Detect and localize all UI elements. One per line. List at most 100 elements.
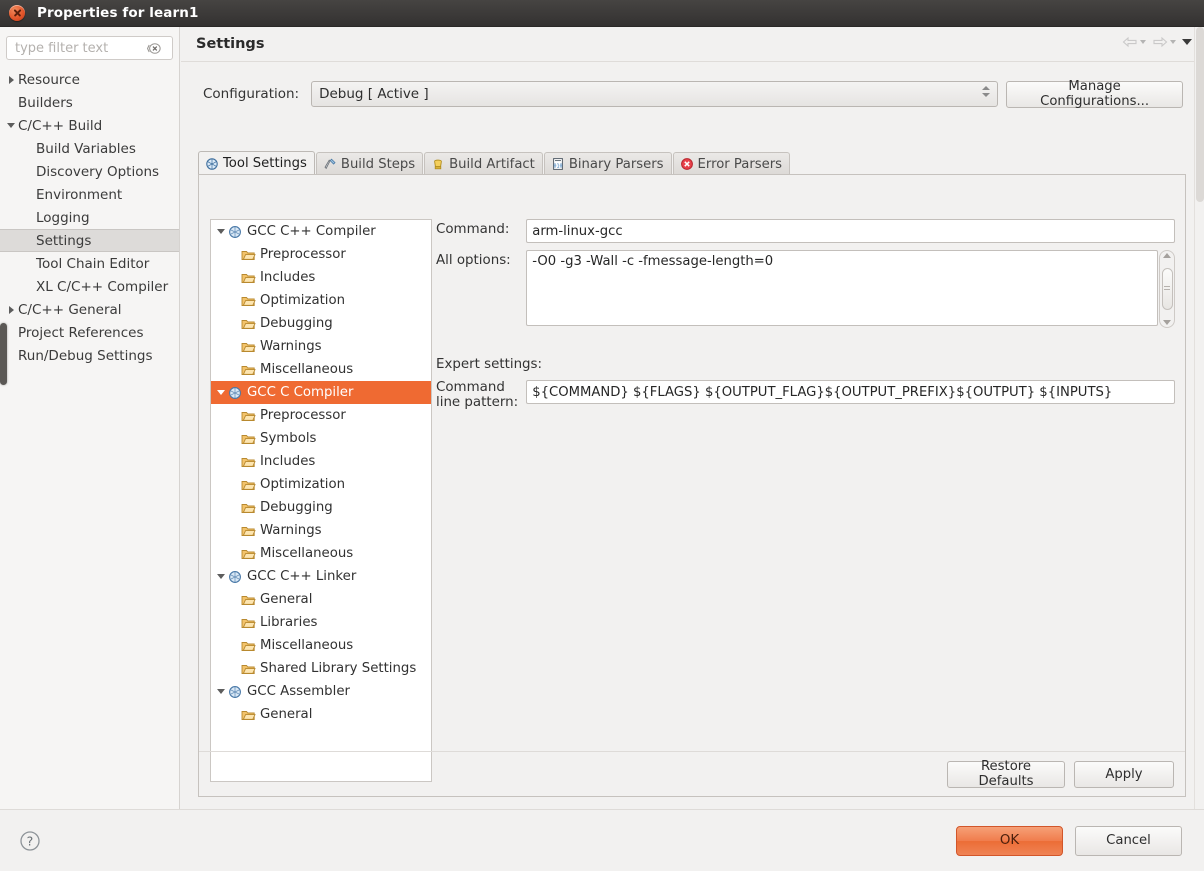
sidebar-item-tool-chain-editor[interactable]: Tool Chain Editor xyxy=(0,252,179,275)
sidebar-item-resource[interactable]: Resource xyxy=(0,68,179,91)
view-menu-icon[interactable] xyxy=(1182,39,1192,45)
scroll-down-icon[interactable] xyxy=(1163,320,1172,325)
tool-tree-item-miscellaneous[interactable]: Miscellaneous xyxy=(211,358,431,381)
tool-tree-item-optimization[interactable]: Optimization xyxy=(211,289,431,312)
tab-label: Build Steps xyxy=(340,156,416,172)
twisty-icon[interactable] xyxy=(213,390,228,395)
close-icon[interactable] xyxy=(9,5,25,21)
forward-arrow-icon[interactable] xyxy=(1152,36,1176,48)
command-line-pattern-input[interactable] xyxy=(526,380,1175,404)
tool-tree-item-label: Includes xyxy=(260,270,316,285)
tool-tree-item-includes[interactable]: Includes xyxy=(211,266,431,289)
tool-tree-item-gcc-c-linker[interactable]: GCC C++ Linker xyxy=(211,565,431,588)
scroll-up-icon[interactable] xyxy=(1163,253,1172,258)
help-icon[interactable]: ? xyxy=(19,830,41,852)
sidebar-item-label: Builders xyxy=(18,94,73,111)
tool-tree-item-general[interactable]: General xyxy=(211,588,431,611)
folder-icon xyxy=(241,710,256,720)
twisty-icon[interactable] xyxy=(213,574,228,579)
back-arrow-icon[interactable] xyxy=(1122,36,1146,48)
all-options-scrollbar[interactable] xyxy=(1159,250,1175,328)
tool-tree-item-miscellaneous[interactable]: Miscellaneous xyxy=(211,542,431,565)
sidebar-item-logging[interactable]: Logging xyxy=(0,206,179,229)
twisty-icon[interactable] xyxy=(213,689,228,694)
tab-tool-settings[interactable]: Tool Settings xyxy=(198,151,315,175)
filter-box[interactable] xyxy=(6,36,173,60)
twisty-icon[interactable] xyxy=(4,75,18,84)
tool-tree-item-general[interactable]: General xyxy=(211,703,431,726)
panel-footer: Restore Defaults Apply xyxy=(199,751,1185,796)
tab-label: Binary Parsers xyxy=(568,156,664,172)
tool-tree-item-label: GCC C Compiler xyxy=(247,385,354,400)
dialog-footer: ? OK Cancel xyxy=(0,809,1204,871)
configuration-spinner-icon[interactable] xyxy=(982,86,991,97)
tool-tree-item-debugging[interactable]: Debugging xyxy=(211,312,431,335)
tool-tree-item-warnings[interactable]: Warnings xyxy=(211,519,431,542)
sidebar-item-xl-c-c-compiler[interactable]: XL C/C++ Compiler xyxy=(0,275,179,298)
tool-tree-item-preprocessor[interactable]: Preprocessor xyxy=(211,404,431,427)
sidebar-item-label: Resource xyxy=(18,71,80,88)
tool-tree-item-label: Symbols xyxy=(260,431,317,446)
svg-text:010: 010 xyxy=(553,163,562,169)
configuration-select[interactable]: Debug [ Active ] xyxy=(311,81,999,107)
sidebar-item-discovery-options[interactable]: Discovery Options xyxy=(0,160,179,183)
tool-tree-item-label: GCC C++ Compiler xyxy=(247,224,376,239)
tab-error-parsers[interactable]: Error Parsers xyxy=(672,152,791,175)
command-label: Command: xyxy=(436,222,510,237)
tool-tree-item-gcc-assembler[interactable]: GCC Assembler xyxy=(211,680,431,703)
forward-dropdown-caret[interactable] xyxy=(1170,40,1176,44)
tool-tree-item-gcc-c-compiler[interactable]: GCC C++ Compiler xyxy=(211,220,431,243)
apply-button[interactable]: Apply xyxy=(1074,760,1174,788)
twisty-icon[interactable] xyxy=(4,123,18,128)
clear-text-icon[interactable] xyxy=(147,42,161,55)
sidebar-item-settings[interactable]: Settings xyxy=(0,229,179,252)
sidebar-item-builders[interactable]: Builders xyxy=(0,91,179,114)
tab-bar: Tool Settings Build Steps Build Artifact 01… xyxy=(198,151,1204,175)
sidebar-item-project-references[interactable]: Project References xyxy=(0,321,179,344)
dialog-scrollbar[interactable] xyxy=(1194,27,1204,809)
sidebar-item-build-variables[interactable]: Build Variables xyxy=(0,137,179,160)
sidebar-scrollbar-thumb[interactable] xyxy=(0,323,7,385)
tool-tree-item-debugging[interactable]: Debugging xyxy=(211,496,431,519)
cancel-button[interactable]: Cancel xyxy=(1075,825,1182,856)
tab-build-steps[interactable]: Build Steps xyxy=(315,152,424,175)
folder-icon xyxy=(241,503,256,513)
tool-icon xyxy=(229,386,241,399)
tool-tree-item-label: General xyxy=(260,592,313,607)
twisty-icon[interactable] xyxy=(213,229,228,234)
tool-tree-item-warnings[interactable]: Warnings xyxy=(211,335,431,358)
command-line-pattern-row: Command line pattern: xyxy=(436,380,1175,410)
build-artifact-icon xyxy=(434,159,442,170)
all-options-textarea[interactable]: -O0 -g3 -Wall -c -fmessage-length=0 xyxy=(526,250,1159,326)
search-input[interactable] xyxy=(13,39,145,57)
sidebar-item-label: Build Variables xyxy=(36,140,136,157)
sidebar-item-run-debug-settings[interactable]: Run/Debug Settings xyxy=(0,344,179,367)
sidebar-item-c-c-build[interactable]: C/C++ Build xyxy=(0,114,179,137)
tool-tree-item-includes[interactable]: Includes xyxy=(211,450,431,473)
sidebar-item-c-c-general[interactable]: C/C++ General xyxy=(0,298,179,321)
tool-tree-item-libraries[interactable]: Libraries xyxy=(211,611,431,634)
manage-configurations-button[interactable]: Manage Configurations... xyxy=(1006,79,1184,109)
tool-tree-item-miscellaneous[interactable]: Miscellaneous xyxy=(211,634,431,657)
restore-defaults-button[interactable]: Restore Defaults xyxy=(947,759,1065,789)
ok-button[interactable]: OK xyxy=(956,825,1063,856)
tab-binary-parsers[interactable]: 010 Binary Parsers xyxy=(543,152,672,175)
tool-tree-item-label: Warnings xyxy=(260,523,322,538)
configuration-row: Configuration: Debug [ Active ] Manage C… xyxy=(181,79,1204,109)
tool-tree-item-preprocessor[interactable]: Preprocessor xyxy=(211,243,431,266)
tool-tree: GCC C++ Compiler Preprocessor Includes Opti… xyxy=(210,219,432,782)
sidebar-item-label: Environment xyxy=(36,186,123,203)
tool-tree-item-shared-library-settings[interactable]: Shared Library Settings xyxy=(211,657,431,680)
tool-tree-item-gcc-c-compiler[interactable]: GCC C Compiler xyxy=(211,381,431,404)
command-input[interactable] xyxy=(526,219,1175,243)
twisty-icon[interactable] xyxy=(4,305,18,314)
pattern-label-line1: Command xyxy=(436,380,505,395)
sidebar-item-environment[interactable]: Environment xyxy=(0,183,179,206)
window-title: Properties for learn1 xyxy=(37,5,199,21)
tool-tree-item-symbols[interactable]: Symbols xyxy=(211,427,431,450)
back-dropdown-caret[interactable] xyxy=(1140,40,1146,44)
dialog-scrollbar-thumb[interactable] xyxy=(1196,27,1204,202)
tab-build-artifact[interactable]: Build Artifact xyxy=(424,152,543,175)
scrollbar-thumb[interactable] xyxy=(1161,268,1173,310)
tool-tree-item-optimization[interactable]: Optimization xyxy=(211,473,431,496)
